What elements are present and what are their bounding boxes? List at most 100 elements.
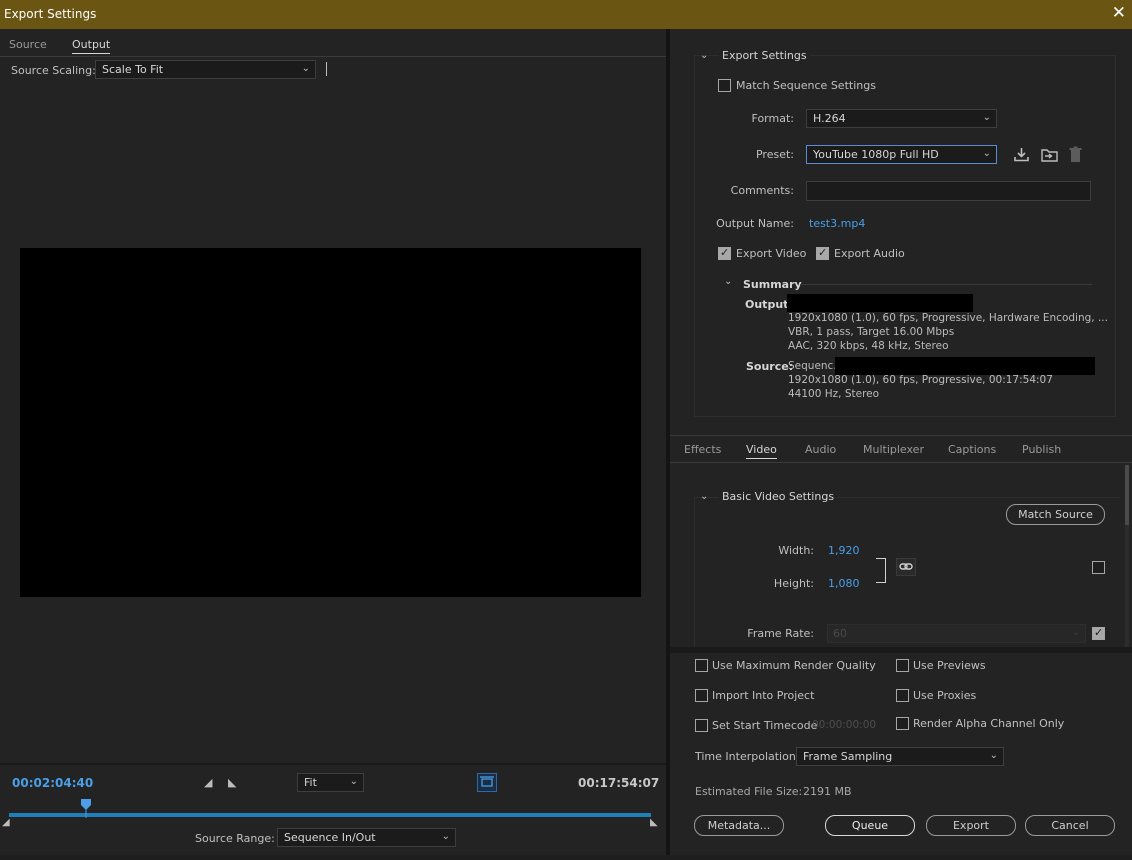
height-value[interactable]: 1,080 (828, 577, 860, 590)
preset-label: Preset: (755, 148, 794, 161)
export-video-label: Export Video (736, 247, 807, 260)
source-scaling-dropdown[interactable]: Scale To Fit ⌄ (95, 60, 316, 79)
zoom-fit-dropdown[interactable]: Fit ⌄ (297, 773, 364, 792)
output-name-label: Output Name: (716, 217, 794, 230)
export-audio-label: Export Audio (834, 247, 905, 260)
export-audio-checkbox[interactable] (816, 246, 829, 260)
export-button[interactable]: Export (926, 815, 1016, 836)
format-dropdown[interactable]: H.264 ⌄ (806, 109, 997, 128)
save-preset-icon[interactable] (1013, 146, 1030, 166)
preview-panel: Source Output Source Scaling: Scale To F… (0, 29, 666, 855)
width-value[interactable]: 1,920 (828, 544, 860, 557)
set-out-point-icon[interactable]: ◣ (228, 776, 236, 789)
close-icon[interactable]: ✕ (1112, 3, 1126, 23)
metadata-button[interactable]: Metadata... (694, 815, 784, 836)
summary-divider (800, 284, 1092, 285)
summary-source-label: Source: (746, 360, 794, 373)
frame-rate-dropdown[interactable]: 60 ⌄ (827, 624, 1086, 643)
format-value: H.264 (813, 112, 846, 125)
set-start-timecode-label: Set Start Timecode (712, 719, 818, 732)
tab-output[interactable]: Output (72, 38, 111, 54)
file-size-label: Estimated File Size: (695, 785, 803, 798)
render-alpha-checkbox[interactable] (896, 717, 909, 730)
redacted-source-path (835, 357, 1095, 375)
import-into-project-checkbox[interactable] (695, 689, 708, 702)
current-timecode[interactable]: 00:02:04:40 (12, 776, 93, 790)
time-interpolation-dropdown[interactable]: Frame Sampling ⌄ (796, 747, 1004, 766)
title-bar: Export Settings ✕ (0, 0, 1132, 29)
match-sequence-checkbox[interactable] (718, 79, 731, 92)
summary-chevron-icon[interactable]: ⌄ (724, 276, 732, 287)
tab-effects[interactable]: Effects (684, 443, 721, 456)
chevron-down-icon: ⌄ (982, 148, 991, 159)
source-scaling-value: Scale To Fit (102, 63, 164, 76)
panel-divider[interactable] (666, 29, 670, 855)
chevron-down-icon: ⌄ (982, 112, 991, 123)
preset-dropdown[interactable]: YouTube 1080p Full HD ⌄ (806, 145, 997, 164)
render-alpha-label: Render Alpha Channel Only (913, 717, 1065, 730)
video-preview (20, 248, 641, 597)
import-preset-icon[interactable] (1040, 146, 1059, 166)
cancel-button[interactable]: Cancel (1025, 815, 1115, 836)
start-timecode-value: 00:00:00:00 (812, 719, 877, 731)
comments-field[interactable] (806, 181, 1091, 201)
width-label: Width: (778, 544, 814, 557)
settings-scrollbar-thumb[interactable] (1125, 465, 1129, 525)
tab-captions[interactable]: Captions (948, 443, 996, 456)
summary-source-line: 44100 Hz, Stereo (788, 388, 880, 400)
export-video-checkbox[interactable] (718, 246, 731, 260)
end-timecode: 00:17:54:07 (578, 776, 660, 790)
match-source-button[interactable]: Match Source (1006, 504, 1105, 525)
tabs-bottom-divider (670, 462, 1132, 463)
aspect-ratio-correction-icon[interactable] (477, 773, 497, 792)
link-icon[interactable] (896, 558, 916, 576)
summary-heading: Summary (743, 278, 802, 291)
max-render-quality-label: Use Maximum Render Quality (712, 659, 876, 672)
format-label: Format: (751, 112, 794, 125)
source-scaling-label: Source Scaling: (11, 64, 96, 77)
comments-label: Comments: (730, 184, 794, 197)
chevron-down-icon: ⌄ (989, 750, 998, 761)
tab-multiplexer[interactable]: Multiplexer (863, 443, 924, 456)
collapse-chevron-icon[interactable]: ⌄ (700, 50, 708, 61)
comments-value (807, 182, 1090, 186)
max-render-quality-checkbox[interactable] (695, 659, 708, 672)
file-size-value: 2191 MB (803, 785, 852, 798)
in-point-handle-icon[interactable]: ◢ (2, 817, 10, 828)
match-sequence-label: Match Sequence Settings (736, 79, 876, 92)
output-name-link[interactable]: test3.mp4 (809, 217, 865, 230)
delete-preset-icon[interactable] (1068, 146, 1083, 166)
chevron-down-icon: ⌄ (441, 831, 450, 842)
source-range-label: Source Range: (195, 832, 275, 845)
use-proxies-checkbox[interactable] (896, 689, 909, 702)
tab-divider (0, 56, 666, 57)
summary-output-line: 1920x1080 (1.0), 60 fps, Progressive, Ha… (788, 312, 1108, 324)
window-title: Export Settings (4, 7, 97, 21)
tab-video[interactable]: Video (746, 443, 777, 459)
set-start-timecode-checkbox[interactable] (695, 719, 708, 732)
queue-button[interactable]: Queue (825, 815, 915, 836)
set-in-point-icon[interactable]: ◢ (204, 776, 212, 789)
preset-value: YouTube 1080p Full HD (813, 148, 939, 161)
chevron-down-icon: ⌄ (1071, 627, 1080, 638)
settings-panel: ⌄ Export Settings Match Sequence Setting… (670, 29, 1132, 855)
chevron-down-icon: ⌄ (349, 776, 358, 787)
tab-audio[interactable]: Audio (805, 443, 836, 456)
tab-publish[interactable]: Publish (1022, 443, 1061, 456)
timeline-track[interactable] (9, 813, 651, 817)
import-into-project-label: Import Into Project (712, 689, 815, 702)
source-range-dropdown[interactable]: Sequence In/Out ⌄ (277, 828, 456, 847)
use-previews-checkbox[interactable] (896, 659, 909, 672)
time-interpolation-value: Frame Sampling (803, 750, 893, 763)
frame-rate-override-checkbox[interactable] (1092, 626, 1105, 640)
dimension-override-checkbox[interactable] (1092, 561, 1105, 574)
redacted-output-path (787, 294, 973, 312)
crop-divider (326, 62, 327, 76)
playhead[interactable] (80, 798, 92, 818)
summary-output-label: Output: (745, 298, 793, 311)
tab-source[interactable]: Source (9, 38, 47, 51)
basic-video-heading: Basic Video Settings (719, 490, 838, 503)
collapse-chevron-icon[interactable]: ⌄ (700, 491, 708, 502)
out-point-handle-icon[interactable]: ◣ (650, 817, 658, 828)
timeline-bar: 00:02:04:40 ◢ ◣ Fit ⌄ 00:17:54:07 ◢ ◣ So… (0, 763, 666, 855)
